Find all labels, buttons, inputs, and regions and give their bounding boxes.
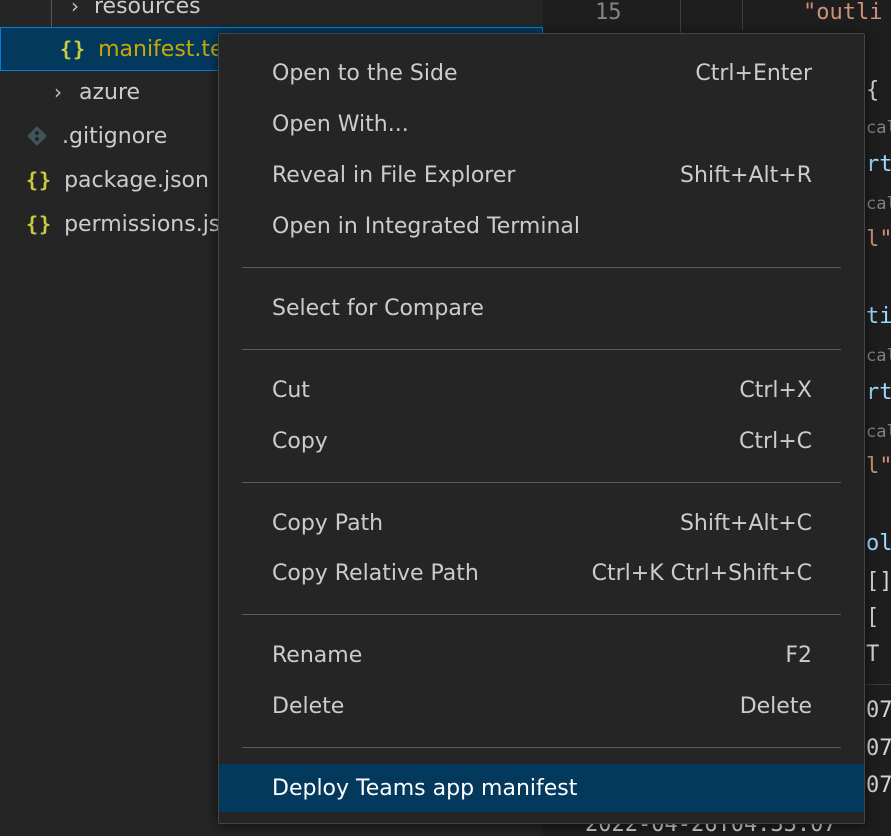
code-fragment: cal: [866, 118, 891, 138]
menu-item-label: Reveal in File Explorer: [272, 162, 516, 188]
menu-item-select-for-compare[interactable]: Select for Compare: [219, 286, 864, 330]
menu-item-delete[interactable]: Delete Delete: [219, 684, 864, 728]
code-fragment: ti: [866, 304, 891, 329]
terminal-line: 07: [866, 773, 891, 798]
code-fragment: [: [866, 605, 880, 630]
menu-item-copy[interactable]: Copy Ctrl+C: [219, 419, 864, 463]
menu-item-label: Copy Path: [272, 510, 384, 536]
tree-item-label: package.json: [64, 167, 209, 193]
menu-item-shortcut: F2: [785, 642, 812, 668]
tree-item-label: resources: [94, 0, 201, 19]
menu-item-label: Select for Compare: [272, 295, 484, 321]
code-fragment: ol: [866, 531, 891, 556]
terminal-line: 07: [866, 736, 891, 761]
menu-item-shortcut: Ctrl+Enter: [695, 60, 812, 86]
tree-item-label: manifest.te: [98, 36, 224, 62]
tree-item-label: azure: [79, 79, 141, 105]
menu-item-shortcut: Ctrl+C: [739, 428, 812, 454]
menu-separator: [242, 747, 841, 748]
line-number: 15: [595, 0, 622, 25]
menu-item-open-in-terminal[interactable]: Open in Integrated Terminal: [219, 204, 864, 248]
terminal-line: 07: [866, 698, 891, 723]
menu-item-shortcut: Ctrl+K Ctrl+Shift+C: [591, 560, 812, 586]
tree-item-label: .gitignore: [62, 123, 168, 149]
indent-guide: [742, 0, 743, 30]
menu-item-cut[interactable]: Cut Ctrl+X: [219, 368, 864, 412]
menu-item-rename[interactable]: Rename F2: [219, 633, 864, 677]
menu-item-label: Rename: [272, 642, 363, 668]
menu-item-reveal-in-explorer[interactable]: Reveal in File Explorer Shift+Alt+R: [219, 153, 864, 197]
chevron-right-icon: ›: [54, 80, 62, 104]
menu-separator: [242, 614, 841, 615]
menu-item-shortcut: Delete: [739, 693, 812, 719]
menu-item-shortcut: Ctrl+X: [739, 377, 812, 403]
code-fragment: rt: [866, 380, 891, 405]
json-icon: {}: [26, 212, 53, 236]
code-fragment: cal: [866, 194, 891, 214]
menu-item-label: Deploy Teams app manifest: [272, 775, 578, 801]
menu-separator: [242, 349, 841, 350]
menu-item-label: Open With...: [272, 111, 409, 137]
menu-item-label: Open to the Side: [272, 60, 458, 86]
menu-item-open-to-side[interactable]: Open to the Side Ctrl+Enter: [219, 51, 864, 95]
chevron-right-icon: ›: [71, 0, 79, 18]
menu-item-copy-relative-path[interactable]: Copy Relative Path Ctrl+K Ctrl+Shift+C: [219, 551, 864, 595]
code-fragment: l": [866, 227, 891, 252]
menu-item-label: Delete: [272, 693, 345, 719]
json-icon: {}: [26, 168, 53, 192]
code-fragment: rt: [866, 152, 891, 177]
menu-item-copy-path[interactable]: Copy Path Shift+Alt+C: [219, 501, 864, 545]
code-fragment: T: [866, 642, 880, 667]
menu-item-label: Cut: [272, 377, 310, 403]
code-fragment: "outli: [803, 0, 883, 25]
tree-item-label: permissions.js: [64, 211, 221, 237]
code-fragment: cal: [866, 422, 891, 442]
git-icon: [26, 125, 48, 147]
code-fragment: l": [866, 454, 891, 479]
menu-item-shortcut: Shift+Alt+C: [679, 510, 812, 536]
menu-separator: [242, 267, 841, 268]
context-menu: Open to the Side Ctrl+Enter Open With...…: [218, 33, 865, 824]
code-fragment: {: [866, 78, 880, 103]
menu-item-open-with[interactable]: Open With...: [219, 102, 864, 146]
code-fragment: []: [866, 569, 891, 594]
menu-item-label: Copy Relative Path: [272, 560, 479, 586]
tree-item-resources[interactable]: › resources: [0, 0, 543, 28]
menu-item-label: Open in Integrated Terminal: [272, 213, 580, 239]
menu-item-label: Copy: [272, 428, 328, 454]
menu-item-deploy-teams-manifest[interactable]: Deploy Teams app manifest: [219, 764, 864, 812]
json-icon: {}: [60, 37, 87, 61]
menu-item-shortcut: Shift+Alt+R: [680, 162, 812, 188]
menu-separator: [242, 482, 841, 483]
code-fragment: cal: [866, 346, 891, 366]
